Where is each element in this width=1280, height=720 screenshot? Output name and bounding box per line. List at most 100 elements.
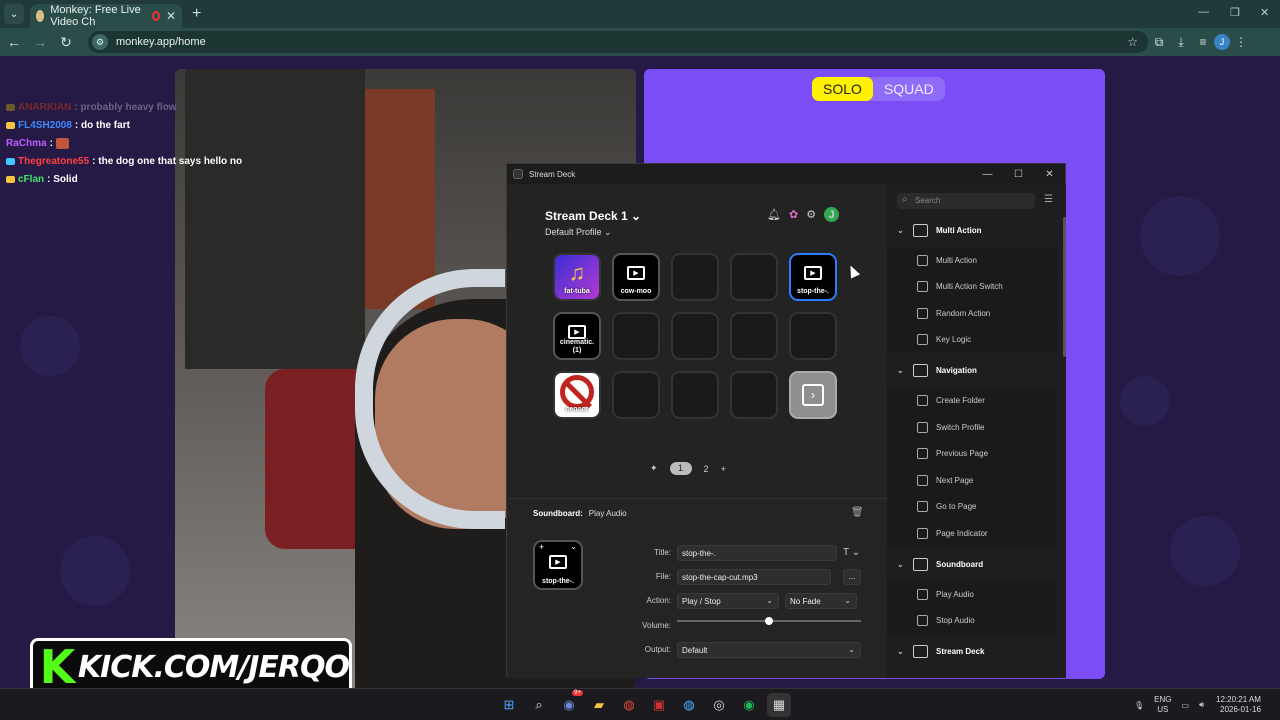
action-item[interactable]: Create Folder <box>887 387 1057 414</box>
sd-close-button[interactable]: ✕ <box>1034 169 1065 180</box>
tab-search-button[interactable]: ⌄ <box>4 4 24 24</box>
play-icon: ▶ <box>549 555 567 569</box>
file-explorer-icon[interactable]: ▰ <box>587 693 611 717</box>
action-icon <box>917 254 928 266</box>
device-selector[interactable]: Stream Deck 1 ⌄ <box>545 209 641 223</box>
list-view-icon[interactable]: ☰ <box>1044 194 1053 205</box>
deck-key[interactable]: › <box>789 371 837 419</box>
sd-minimize-button[interactable]: — <box>972 169 1003 180</box>
clock[interactable]: 12:20:21 AM 2026-01-16 <box>1216 695 1261 715</box>
chrome-profile-icon[interactable]: ◍ <box>677 693 701 717</box>
deck-key[interactable] <box>671 312 719 360</box>
page-2-button[interactable]: 2 <box>704 464 709 474</box>
output-select[interactable]: Default ⌄ <box>677 642 861 658</box>
action-search-input[interactable]: Search <box>897 193 1035 209</box>
reading-list-icon[interactable]: ≡ <box>1192 35 1214 49</box>
action-category[interactable]: ⌄ Navigation <box>887 357 1057 383</box>
forward-button[interactable]: → <box>28 34 52 50</box>
title-input[interactable]: stop-the-. <box>677 545 837 561</box>
action-item[interactable]: Random Action <box>887 300 1057 327</box>
action-item[interactable]: Multi Action Switch <box>887 273 1057 300</box>
action-item[interactable]: Previous Page <box>887 440 1057 467</box>
browser-menu-icon[interactable]: ⋮ <box>1230 35 1252 49</box>
bell-icon[interactable]: 🔔︎ <box>767 208 781 221</box>
deck-key[interactable]: ▶ cinematic. (1) <box>553 312 601 360</box>
app-icon[interactable]: ▣ <box>647 693 671 717</box>
squad-button[interactable]: SQUAD <box>873 77 945 101</box>
deck-key[interactable] <box>671 253 719 301</box>
trash-icon[interactable]: 🗑︎ <box>851 507 864 518</box>
extensions-icon[interactable]: ⧉ <box>1148 35 1170 50</box>
microphone-icon[interactable]: 🎙︎ <box>1134 701 1144 710</box>
discord-icon[interactable]: ◉ 9+ <box>557 690 583 717</box>
new-tab-button[interactable]: + <box>192 5 201 23</box>
chat-badge-icon <box>6 175 15 183</box>
inspector-key-preview[interactable]: + ⌄ ▶ stop-the-. <box>533 540 583 590</box>
close-window-button[interactable]: ✕ <box>1260 6 1269 19</box>
file-input[interactable]: stop-the-cap-cut.mp3 <box>677 569 831 585</box>
deck-key[interactable]: ▶ stop-the-. <box>789 253 837 301</box>
pin-page-icon[interactable]: ✦ <box>650 463 658 474</box>
browser-tab[interactable]: Monkey: Free Live Video Ch ✕ <box>30 4 182 28</box>
action-icon <box>917 501 928 513</box>
deck-key[interactable]: ♫ fat-tuba <box>553 253 601 301</box>
deck-key[interactable] <box>789 312 837 360</box>
start-icon[interactable]: ⊞ <box>497 693 521 717</box>
add-state-icon[interactable]: + <box>539 542 544 552</box>
sd-maximize-button[interactable]: ☐ <box>1003 169 1034 180</box>
bookmark-star-icon[interactable]: ☆ <box>1127 35 1138 49</box>
profile-avatar[interactable]: J <box>1214 34 1230 50</box>
solo-button[interactable]: SOLO <box>812 77 873 101</box>
back-button[interactable]: ← <box>2 34 26 50</box>
restore-window-button[interactable]: ❐ <box>1230 6 1240 19</box>
sidebar-scrollbar[interactable] <box>1063 217 1066 357</box>
minimize-window-button[interactable]: — <box>1198 6 1209 18</box>
action-item[interactable]: Play Audio <box>887 581 1057 607</box>
action-category[interactable]: ⌄ Stream Deck <box>887 638 1057 664</box>
action-item[interactable]: Go to Page <box>887 493 1057 520</box>
browse-file-button[interactable]: ... <box>843 569 861 585</box>
text-format-icon[interactable]: T ⌄ <box>843 547 860 558</box>
action-item[interactable]: Stop Audio <box>887 607 1057 634</box>
chrome-icon[interactable]: ◍ <box>617 693 641 717</box>
network-icon[interactable]: ▭ <box>1182 701 1190 710</box>
obs-icon[interactable]: ◎ <box>707 693 731 717</box>
action-item[interactable]: Switch Profile <box>887 414 1057 440</box>
reload-button[interactable]: ↻ <box>54 34 78 51</box>
deck-key[interactable] <box>730 371 778 419</box>
action-category[interactable]: ⌄ Multi Action <box>887 217 1057 243</box>
profile-selector[interactable]: Default Profile ⌄ <box>545 227 612 238</box>
download-icon[interactable]: ⤓ <box>1170 35 1192 50</box>
volume-icon[interactable]: 🔊︎ <box>1199 700 1204 710</box>
site-info-icon[interactable]: ⚙ <box>92 34 108 50</box>
account-avatar[interactable]: J <box>824 207 840 222</box>
deck-key[interactable]: ▶ cow-moo <box>612 253 660 301</box>
stream-deck-taskbar-icon[interactable]: ▦ <box>767 693 791 717</box>
action-category[interactable]: ⌄ Soundboard <box>887 551 1057 577</box>
action-item[interactable]: Next Page <box>887 467 1057 494</box>
deck-key[interactable] <box>612 312 660 360</box>
key-menu-chevron-icon[interactable]: ⌄ <box>570 542 577 551</box>
action-select[interactable]: Play / Stop ⌄ <box>677 593 779 609</box>
search-icon[interactable]: ⌕ <box>527 693 551 717</box>
deck-key[interactable] <box>671 371 719 419</box>
add-page-button[interactable]: + <box>721 464 726 474</box>
deck-key[interactable]: censor <box>553 371 601 419</box>
fade-select[interactable]: No Fade ⌄ <box>785 593 857 609</box>
marketplace-icon[interactable]: ✿ <box>789 208 798 221</box>
action-item[interactable]: Multi Action <box>887 247 1057 273</box>
deck-key[interactable] <box>730 312 778 360</box>
volume-slider[interactable] <box>677 617 861 625</box>
url-text[interactable]: monkey.app/home <box>116 36 206 48</box>
deck-key[interactable] <box>730 253 778 301</box>
url-box[interactable]: ⚙ monkey.app/home ☆ <box>88 31 1148 53</box>
language-indicator[interactable]: ENG US <box>1154 695 1171 715</box>
gear-icon[interactable]: ⚙ <box>806 208 816 221</box>
action-item[interactable]: Key Logic <box>887 326 1057 353</box>
page-1-button[interactable]: 1 <box>669 462 692 475</box>
spotify-icon[interactable]: ◉ <box>737 693 761 717</box>
action-item[interactable]: Page Indicator <box>887 520 1057 547</box>
deck-key[interactable] <box>612 371 660 419</box>
volume-slider-handle[interactable] <box>765 617 773 625</box>
tab-close-icon[interactable]: ✕ <box>166 9 176 23</box>
